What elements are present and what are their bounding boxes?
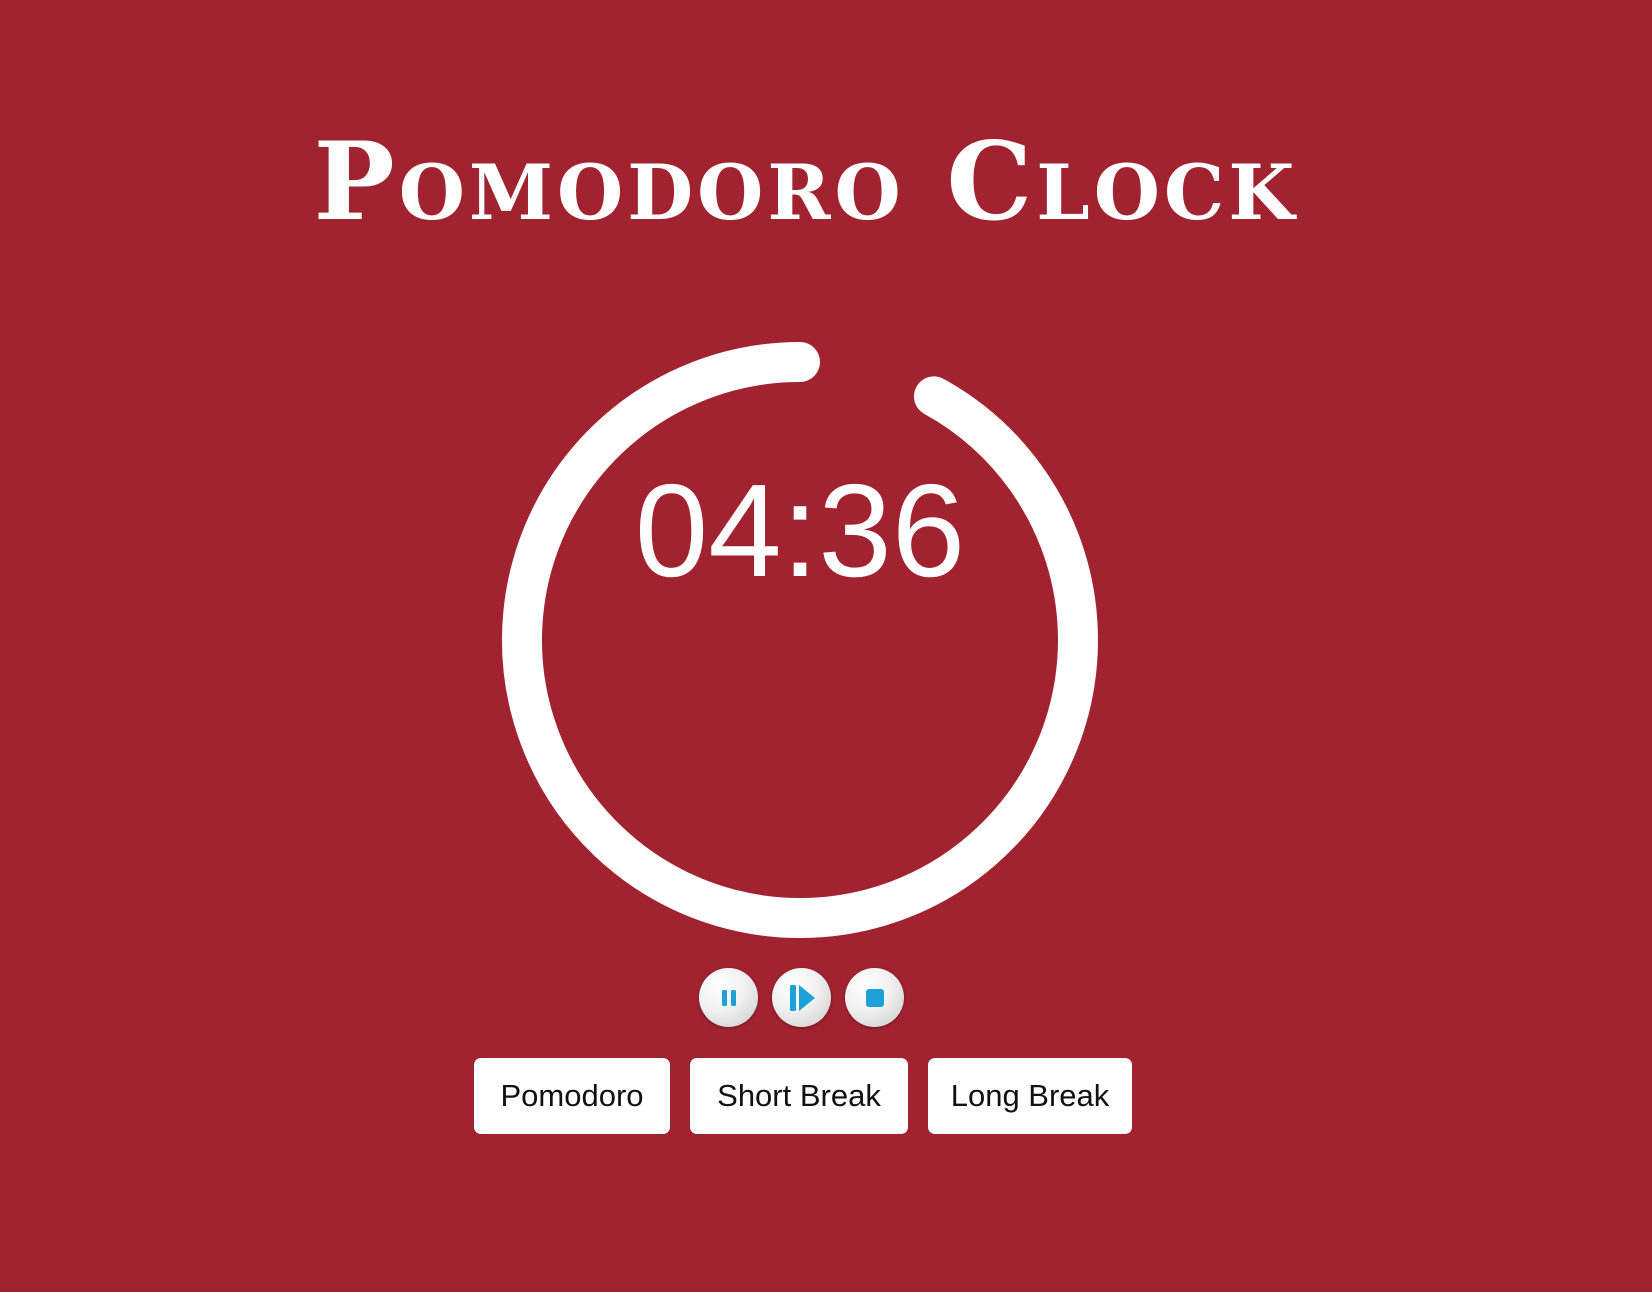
- pause-icon: [721, 989, 736, 1006]
- progress-ring-arc: [502, 342, 1098, 938]
- play-icon: [789, 984, 815, 1011]
- timer-display: 04:36: [634, 457, 966, 604]
- stop-icon: [865, 988, 884, 1007]
- stop-button[interactable]: [845, 968, 904, 1027]
- play-button[interactable]: [772, 968, 831, 1027]
- page-title: Pomodoro Clock: [313, 119, 1299, 245]
- pomodoro-mode-button[interactable]: Pomodoro: [474, 1058, 670, 1134]
- short-break-mode-button[interactable]: Short Break: [690, 1058, 908, 1134]
- timer-controls: [699, 968, 904, 1027]
- long-break-mode-button[interactable]: Long Break: [928, 1058, 1132, 1134]
- mode-selector: Pomodoro Short Break Long Break: [474, 1058, 1132, 1134]
- pause-button[interactable]: [699, 968, 758, 1027]
- progress-ring: [502, 342, 1098, 938]
